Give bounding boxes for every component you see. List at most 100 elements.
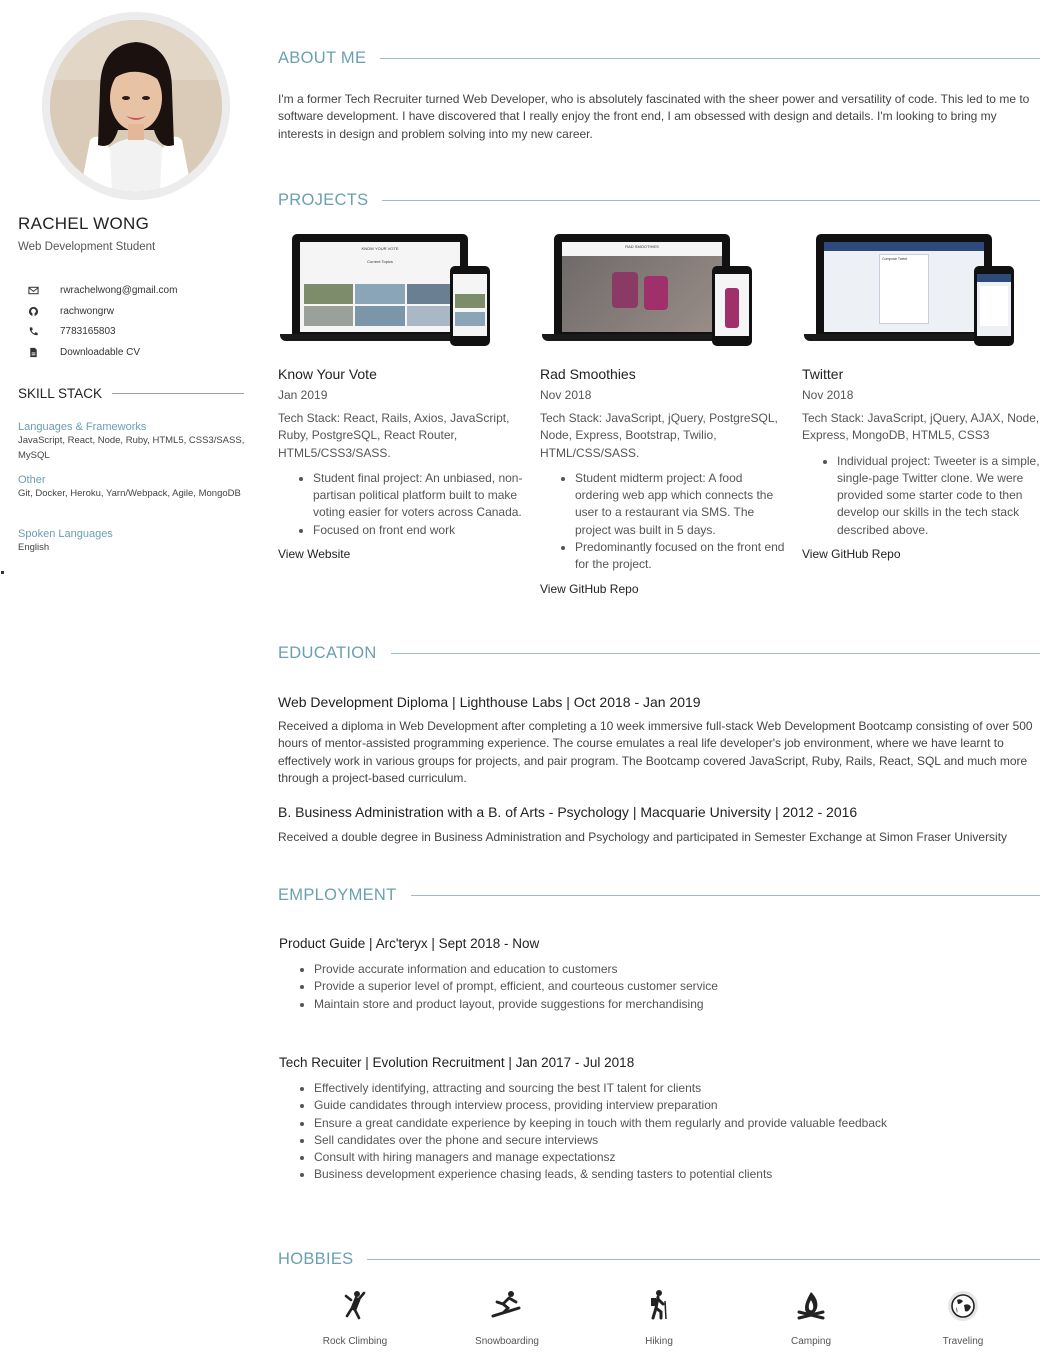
rock-climbing-icon [337,1288,373,1324]
education-item-text: Received a diploma in Web Development af… [278,719,1033,785]
phone-screen [715,274,749,336]
contact-list: rwrachelwong@gmail.com rachwongrw 778316… [26,280,177,363]
project-stack: Tech Stack: JavaScript, jQuery, AJAX, No… [802,411,1040,443]
contact-github[interactable]: rachwongrw [26,301,177,322]
education-item-title: Web Development Diploma | Lighthouse Lab… [278,694,701,710]
sidebar: RACHEL WONG Web Development Student rwra… [0,0,255,600]
project-bullet: Student final project: An unbiased, non-… [313,470,523,522]
avatar [50,20,222,192]
project-bullet: Predominantly focused on the front end f… [575,539,785,574]
project-bullets: Individual project: Tweeter is a simple,… [802,453,1047,539]
about-title: ABOUT ME [278,49,367,67]
laptop-screen: Compose Tweet [816,234,992,334]
phone-screen [977,274,1011,336]
contact-phone-text: 7783165803 [60,326,116,338]
contact-cv[interactable]: Downloadable CV [26,342,177,363]
screen-title: KNOW YOUR VOTE [361,246,399,251]
screen-content: Compose Tweet [824,242,984,332]
screen-content: RAD SMOOTHIES [562,242,722,332]
project-bullet: Focused on front end work [313,522,523,539]
projects-title: PROJECTS [278,191,369,209]
projects-heading: PROJECTS [278,191,1040,210]
screen-photo [562,256,722,332]
phone-frame [974,266,1014,346]
skill-group-body: Git, Docker, Heroku, Yarn/Webpack, Agile… [18,488,241,499]
hobby-camping: Camping [751,1288,871,1347]
project-title: Rad Smoothies [540,366,636,382]
divider [380,58,1040,59]
project-card-rad-smoothies: RAD SMOOTHIES Rad Smoothies Nov 2018 Tec… [540,232,785,596]
project-stack: Tech Stack: React, Rails, Axios, JavaScr… [278,411,510,460]
job-title: Product Guide | Arc'teryx | Sept 2018 - … [279,936,540,951]
hobby-traveling: Traveling [903,1288,1023,1347]
skill-group-body: JavaScript, React, Node, Ruby, HTML5, CS… [18,435,245,461]
screen-subtitle: Current Topics [367,259,393,264]
project-date: Jan 2019 [278,388,328,402]
job-bullet: Effectively identifying, attracting and … [314,1080,887,1097]
project-screenshot[interactable]: KNOW YOUR VOTE Current Topics [278,232,503,350]
envelope-icon [26,283,40,297]
education-item-title: B. Business Administration with a B. of … [278,804,858,820]
divider [390,653,1040,654]
skill-stack-title: SKILL STACK [18,386,103,401]
project-screenshot[interactable]: RAD SMOOTHIES [540,232,765,350]
stray-mark [1,571,4,574]
about-heading: ABOUT ME [278,49,1040,68]
project-card-twitter: Compose Tweet Twitter Nov 2018 Tech Stac… [802,232,1047,561]
screen-card: Compose Tweet [879,254,929,324]
job-bullet: Maintain store and product layout, provi… [314,996,718,1013]
education-item-text: Received a double degree in Business Adm… [278,830,1008,844]
hobby-label: Camping [790,1336,832,1347]
phone-frame [712,266,752,346]
divider [112,393,244,394]
job-bullet: Provide accurate information and educati… [314,961,718,978]
phone-screen [453,274,487,336]
hobbies-title: HOBBIES [278,1250,354,1268]
skill-stack-heading: SKILL STACK [18,386,244,401]
view-github-link[interactable]: View GitHub Repo [540,582,785,596]
contact-github-text: rachwongrw [60,305,114,317]
hobbies-heading: HOBBIES [278,1250,1040,1269]
view-website-link[interactable]: View Website [278,547,523,561]
skill-group-title: Other [18,474,46,486]
education-heading: EDUCATION [278,644,1040,663]
project-bullets: Student final project: An unbiased, non-… [278,470,523,539]
profile-subtitle: Web Development Student [18,241,156,253]
divider [410,895,1040,896]
contact-cv-text: Downloadable CV [60,346,141,358]
hobby-label: Snowboarding [475,1336,539,1347]
laptop-screen: RAD SMOOTHIES [554,234,730,334]
contact-email-text: rwrachelwong@gmail.com [60,284,178,296]
job-title: Tech Recuiter | Evolution Recruitment | … [279,1055,635,1070]
skill-group-languages: Languages & Frameworks JavaScript, React… [18,420,248,463]
job-bullets: Effectively identifying, attracting and … [279,1080,887,1184]
project-date: Nov 2018 [540,388,592,402]
hobby-label: Traveling [942,1336,984,1347]
skill-group-title: Languages & Frameworks [18,421,147,433]
contact-email[interactable]: rwrachelwong@gmail.com [26,280,177,301]
skill-group-body: English [18,542,50,553]
hobby-rock-climbing: Rock Climbing [295,1288,415,1347]
project-stack: Tech Stack: JavaScript, jQuery, PostgreS… [540,411,778,460]
hobby-label: Hiking [645,1336,673,1347]
project-bullets: Student midterm project: A food ordering… [540,470,785,574]
profile-name: RACHEL WONG [18,214,150,233]
laptop-screen: KNOW YOUR VOTE Current Topics [292,234,468,334]
project-screenshot[interactable]: Compose Tweet [802,232,1027,350]
job-bullets: Provide accurate information and educati… [279,961,718,1013]
skill-group-other: Other Git, Docker, Heroku, Yarn/Webpack,… [18,473,248,502]
hobby-hiking: Hiking [599,1288,719,1347]
job-bullet: Sell candidates over the phone and secur… [314,1132,887,1149]
skill-group-spoken: Spoken Languages English [18,527,248,556]
contact-phone[interactable]: 7783165803 [26,321,177,342]
phone-frame [450,266,490,346]
job-bullet: Provide a superior level of prompt, effi… [314,978,718,995]
employment-title: EMPLOYMENT [278,886,397,904]
job-bullet: Business development experience chasing … [314,1166,887,1183]
phone-icon [26,325,40,339]
screen-content: KNOW YOUR VOTE Current Topics [300,242,460,332]
screen-navbar [824,242,984,251]
file-icon [26,345,40,359]
about-text: I'm a former Tech Recruiter turned Web D… [278,92,1030,141]
view-github-link[interactable]: View GitHub Repo [802,547,1047,561]
